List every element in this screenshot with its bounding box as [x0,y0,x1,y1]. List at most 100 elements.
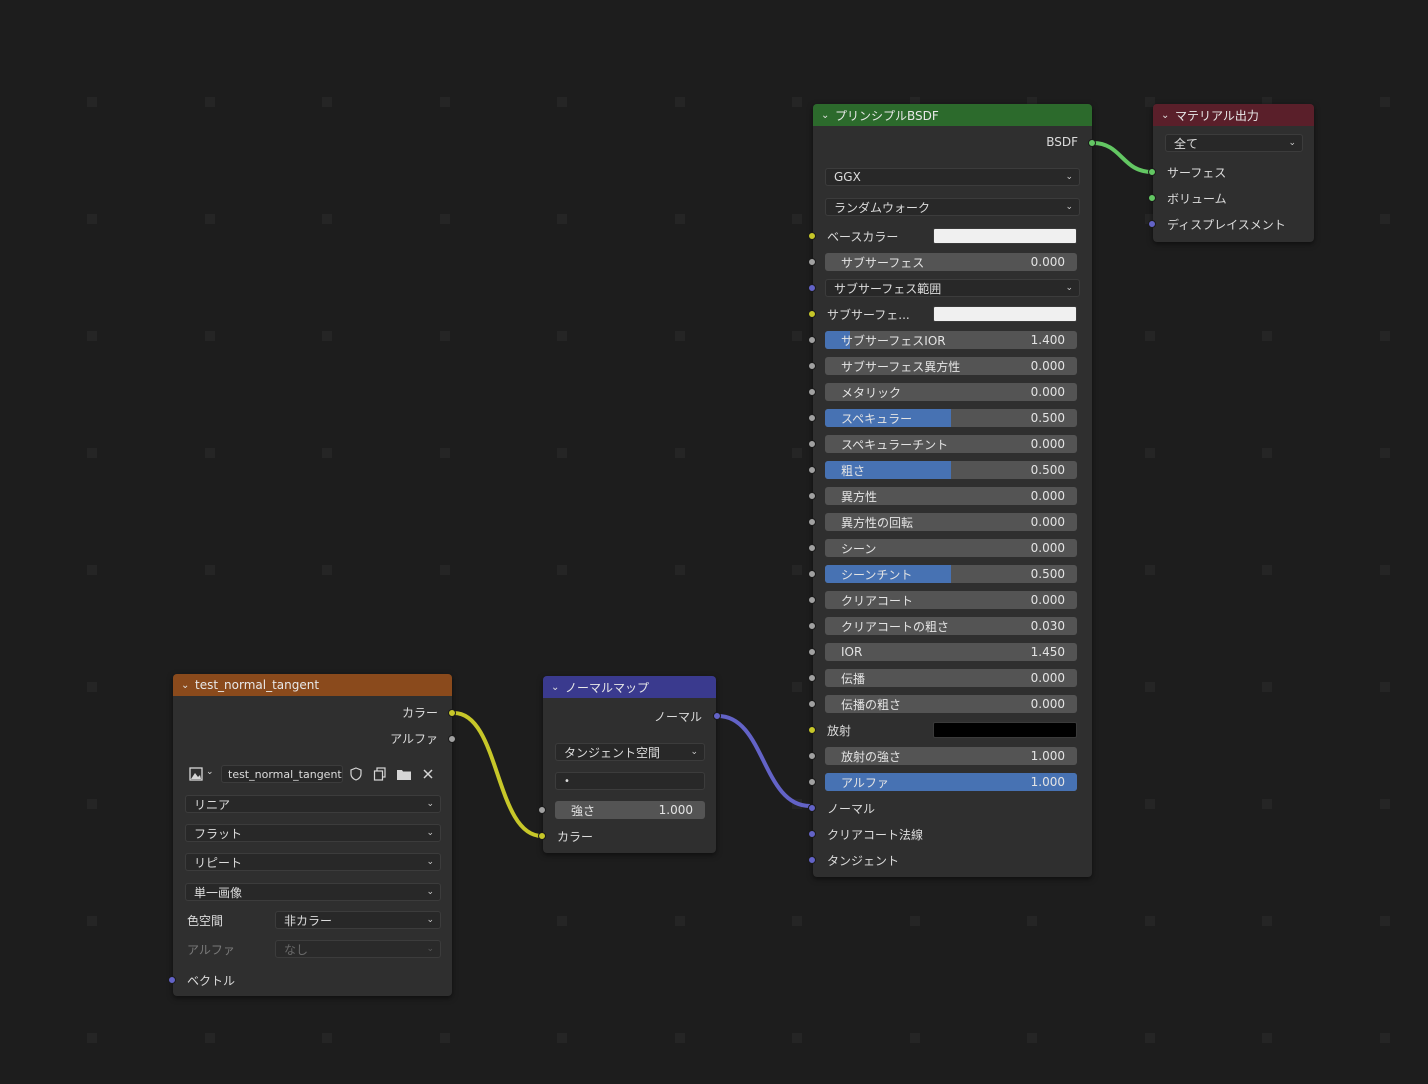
color-swatch[interactable] [933,228,1077,244]
bsdf-input-socket[interactable] [808,258,816,266]
bsdf-input-socket[interactable] [808,388,816,396]
bsdf-input-socket[interactable] [808,466,816,474]
bsdf-input-socket[interactable] [808,674,816,682]
close-icon[interactable] [419,765,437,783]
colorspace-value: 非カラー [284,913,333,928]
extension-dropdown[interactable]: リピート ⌄ [185,853,441,871]
bsdf-slider[interactable]: シーン 0.000 [825,539,1077,557]
input-color-socket[interactable] [538,832,546,840]
bsdf-slider[interactable]: 粗さ 0.500 [825,461,1077,479]
output-node-header[interactable]: ⌄ マテリアル出力 [1153,104,1314,126]
bsdf-slider[interactable]: サブサーフェス異方性 0.000 [825,357,1077,375]
bsdf-input-socket[interactable] [808,856,816,864]
bsdf-slider[interactable]: IOR 1.450 [825,643,1077,661]
grid-dot [440,448,450,458]
shield-icon[interactable] [347,765,365,783]
bsdf-slider[interactable]: クリアコートの粗さ 0.030 [825,617,1077,635]
collapse-chevron-icon[interactable]: ⌄ [1161,110,1175,121]
color-swatch[interactable] [933,722,1077,738]
dropdown-value: サブサーフェス範囲 [834,281,942,296]
bsdf-slider[interactable]: 放射の強さ 1.000 [825,747,1077,765]
image-icon[interactable] [187,765,205,783]
input-vector-socket[interactable] [168,976,176,984]
grid-dot [675,916,685,926]
bsdf-slider[interactable]: 異方性の回転 0.000 [825,513,1077,531]
grid-dot [205,565,215,575]
bsdf-input-socket[interactable] [808,570,816,578]
image-node-header[interactable]: ⌄ test_normal_tangent [173,674,452,696]
uv-map-field[interactable]: • [555,772,705,790]
image-texture-node[interactable]: ⌄ test_normal_tangent カラー アルファ ⌄ test_no… [168,674,456,996]
image-name-field[interactable]: test_normal_tangent [221,765,343,783]
image-browse-arrow-icon[interactable]: ⌄ [206,767,214,777]
collapse-chevron-icon[interactable]: ⌄ [821,110,835,121]
bsdf-input-socket[interactable] [808,232,816,240]
bsdf-input-socket[interactable] [808,440,816,448]
input-displacement-socket[interactable] [1148,220,1156,228]
bsdf-slider[interactable]: シーンチント 0.500 [825,565,1077,583]
output-alpha-row: アルファ [173,728,452,748]
bsdf-input-socket[interactable] [808,778,816,786]
bsdf-input-socket[interactable] [808,596,816,604]
bsdf-slider[interactable]: スペキュラー 0.500 [825,409,1077,427]
bsdf-slider[interactable]: クリアコート 0.000 [825,591,1077,609]
distribution-dropdown[interactable]: GGX ⌄ [825,168,1080,186]
space-dropdown[interactable]: タンジェント空間 ⌄ [555,743,705,761]
material-output-node[interactable]: ⌄ マテリアル出力 全て ⌄ サーフェス ボリューム ディスプレイスメント [1148,104,1314,242]
bsdf-input-socket[interactable] [808,700,816,708]
bsdf-input-socket[interactable] [808,336,816,344]
bsdf-input-socket[interactable] [808,310,816,318]
input-surface-socket[interactable] [1148,168,1156,176]
bsdf-slider[interactable]: 伝播の粗さ 0.000 [825,695,1077,713]
output-alpha-socket[interactable] [448,735,456,743]
source-dropdown[interactable]: 単一画像 ⌄ [185,883,441,901]
strength-slider[interactable]: 強さ 1.000 [555,801,705,819]
bsdf-slider[interactable]: メタリック 0.000 [825,383,1077,401]
duplicate-icon[interactable] [371,765,389,783]
grid-dot [322,565,332,575]
principled-bsdf-node[interactable]: ⌄ プリンシプルBSDF BSDF GGX ⌄ ランダムウォーク ⌄ ベースカラ… [808,104,1096,877]
bsdf-input-socket[interactable] [808,804,816,812]
normal-map-node[interactable]: ⌄ ノーマルマップ ノーマル タンジェント空間 ⌄ • 強さ 1.000 カラー [538,676,721,853]
bsdf-input-row: サブサーフェ... [808,304,1092,324]
bsdf-dropdown[interactable]: サブサーフェス範囲 ⌄ [825,279,1080,297]
bsdf-input-socket[interactable] [808,648,816,656]
interpolation-dropdown[interactable]: リニア ⌄ [185,795,441,813]
bsdf-input-socket[interactable] [808,414,816,422]
bsdf-slider[interactable]: サブサーフェスIOR 1.400 [825,331,1077,349]
bsdf-slider[interactable]: アルファ 1.000 [825,773,1077,791]
bsdf-input-socket[interactable] [808,492,816,500]
output-bsdf-socket[interactable] [1088,139,1096,147]
bsdf-input-socket[interactable] [808,518,816,526]
subsurface-method-dropdown[interactable]: ランダムウォーク ⌄ [825,198,1080,216]
bsdf-input-row: 異方性 0.000 [808,486,1092,506]
bsdf-input-socket[interactable] [808,284,816,292]
input-volume-socket[interactable] [1148,194,1156,202]
bsdf-input-socket[interactable] [808,752,816,760]
bsdf-input-socket[interactable] [808,362,816,370]
bsdf-slider[interactable]: 異方性 0.000 [825,487,1077,505]
output-normal-socket[interactable] [713,712,721,720]
bsdf-input-socket[interactable] [808,544,816,552]
color-swatch[interactable] [933,306,1077,322]
collapse-chevron-icon[interactable]: ⌄ [181,680,195,691]
bsdf-slider[interactable]: スペキュラーチント 0.000 [825,435,1077,453]
target-dropdown[interactable]: 全て ⌄ [1165,134,1303,152]
bsdf-input-socket[interactable] [808,830,816,838]
colorspace-dropdown[interactable]: 非カラー ⌄ [275,911,441,929]
bsdf-node-header[interactable]: ⌄ プリンシプルBSDF [813,104,1092,126]
grid-dot [675,448,685,458]
projection-dropdown[interactable]: フラット ⌄ [185,824,441,842]
collapse-chevron-icon[interactable]: ⌄ [551,682,565,693]
folder-icon[interactable] [395,765,413,783]
bsdf-slider[interactable]: 伝播 0.000 [825,669,1077,687]
normal-node-header[interactable]: ⌄ ノーマルマップ [543,676,716,698]
slider-label: サブサーフェス異方性 [841,359,961,374]
slider-value: 0.500 [1030,567,1065,581]
bsdf-slider[interactable]: サブサーフェス 0.000 [825,253,1077,271]
bsdf-input-socket[interactable] [808,622,816,630]
output-color-socket[interactable] [448,709,456,717]
input-strength-socket[interactable] [538,806,546,814]
chevron-down-icon: ⌄ [426,828,434,838]
bsdf-input-socket[interactable] [808,726,816,734]
